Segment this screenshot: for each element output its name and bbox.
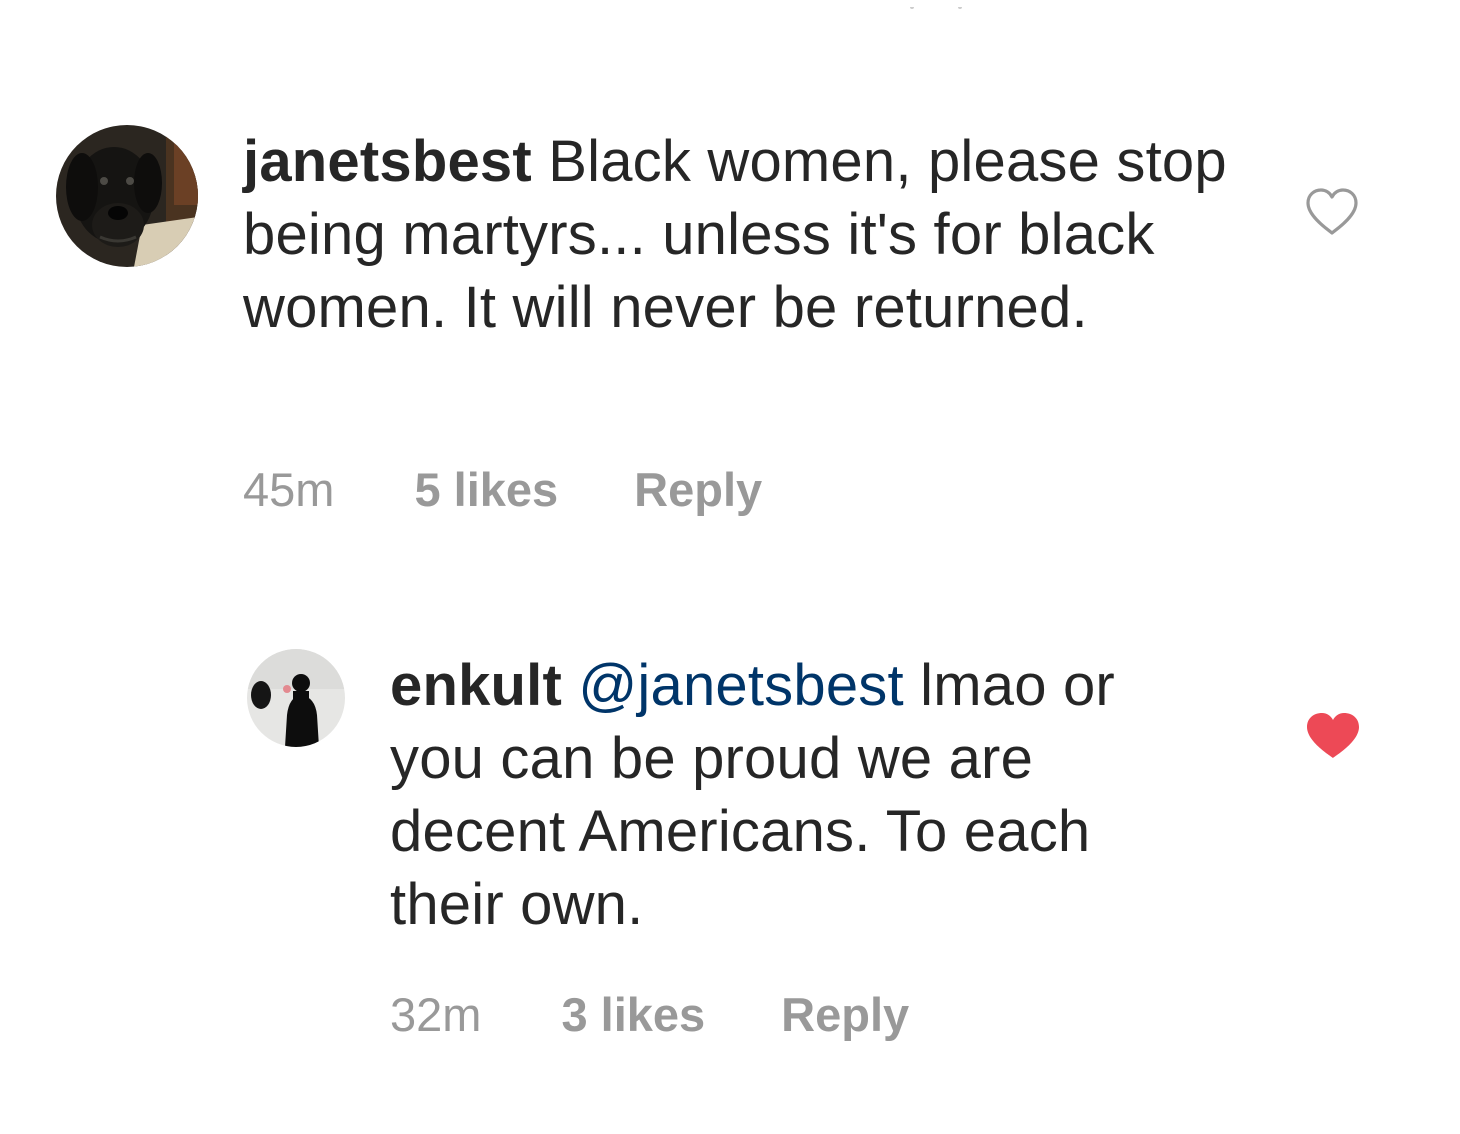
comment-text-block: janetsbest Black women, please stop bein… (243, 125, 1233, 344)
like-button[interactable] (1304, 187, 1360, 237)
reply-button[interactable]: Reply (781, 987, 909, 1042)
comment-username[interactable]: janetsbest (243, 129, 532, 194)
silhouette-photo-avatar-icon (247, 649, 345, 747)
comment-likes[interactable]: 5 likes (414, 462, 558, 517)
reply-button[interactable]: Reply (634, 462, 762, 517)
heart-filled-icon (1307, 713, 1359, 758)
comment-time: 32m (390, 988, 482, 1041)
mention-link[interactable]: @janetsbest (578, 653, 903, 718)
comment-username[interactable]: enkult (390, 653, 562, 718)
comment-meta: 45m 5 likes Reply (243, 462, 762, 517)
comment: enkult @janetsbest lmao or you can be pr… (247, 649, 1427, 1069)
comment-meta: 32m 3 likes Reply (390, 987, 909, 1042)
like-button[interactable] (1305, 711, 1361, 761)
comment-time: 45m (243, 463, 335, 516)
comment-text-block: enkult @janetsbest lmao or you can be pr… (390, 649, 1220, 941)
avatar[interactable] (247, 649, 345, 747)
heart-outline-icon (1306, 188, 1358, 235)
comment-likes[interactable]: 3 likes (561, 987, 705, 1042)
avatar[interactable] (56, 125, 198, 267)
top-edge-artifact (900, 0, 970, 9)
comment: janetsbest Black women, please stop bein… (56, 125, 1426, 545)
dog-photo-avatar-icon (56, 125, 198, 267)
